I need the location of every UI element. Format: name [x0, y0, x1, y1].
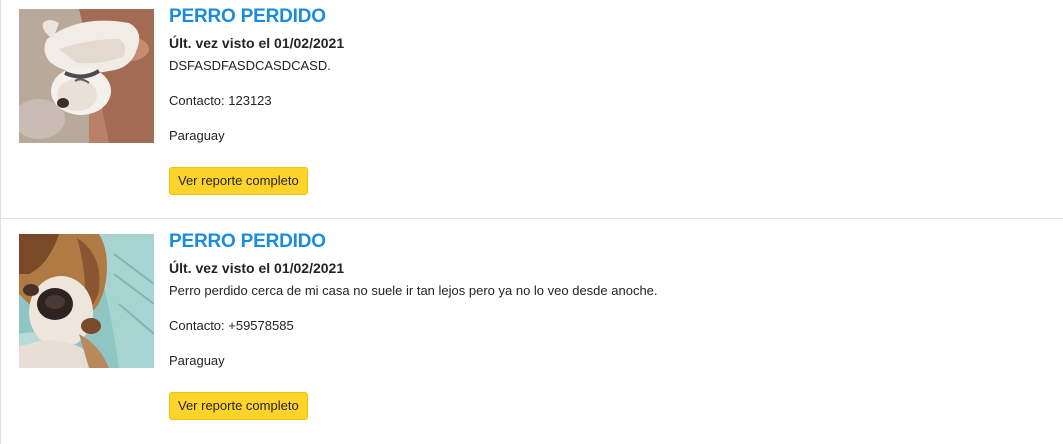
dog-photo[interactable]	[19, 234, 154, 368]
last-seen-date: Últ. vez visto el 01/02/2021	[169, 260, 345, 276]
contact-info: Contacto: 123123	[169, 93, 272, 108]
listing-card: PERRO PERDIDO Últ. vez visto el 01/02/20…	[1, 220, 1063, 444]
dog-photo[interactable]	[19, 9, 154, 143]
last-seen-date: Últ. vez visto el 01/02/2021	[169, 35, 345, 51]
listing-description: Perro perdido cerca de mi casa no suele …	[169, 283, 658, 298]
listing-country: Paraguay	[169, 128, 225, 143]
view-full-report-button[interactable]: Ver reporte completo	[169, 392, 308, 420]
listing-title[interactable]: PERRO PERDIDO	[169, 6, 1053, 28]
lost-pets-list: PERRO PERDIDO Últ. vez visto el 01/02/20…	[0, 0, 1063, 444]
contact-info: Contacto: +59578585	[169, 318, 294, 333]
view-full-report-button[interactable]: Ver reporte completo	[169, 167, 308, 195]
listing-description: DSFASDFASDCASDCASD.	[169, 58, 331, 73]
listing-content: PERRO PERDIDO Últ. vez visto el 01/02/20…	[169, 231, 1053, 420]
listing-country: Paraguay	[169, 353, 225, 368]
listing-content: PERRO PERDIDO Últ. vez visto el 01/02/20…	[169, 6, 1053, 195]
listing-card: PERRO PERDIDO Últ. vez visto el 01/02/20…	[1, 0, 1063, 219]
listing-title[interactable]: PERRO PERDIDO	[169, 231, 1053, 253]
